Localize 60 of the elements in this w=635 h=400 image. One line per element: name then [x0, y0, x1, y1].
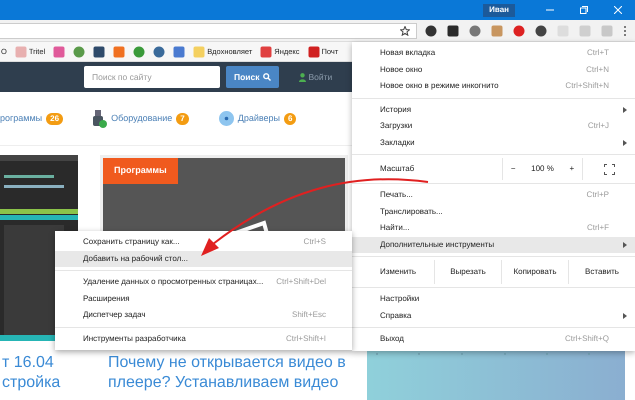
submenu-arrow-icon	[623, 242, 627, 248]
login-link[interactable]: Войти	[298, 70, 332, 84]
nav-link[interactable]: Оборудование	[111, 112, 172, 126]
address-field[interactable]	[0, 22, 417, 38]
bookmark-icon[interactable]	[93, 46, 106, 58]
fullscreen-icon[interactable]	[604, 164, 614, 174]
menu-item[interactable]: История	[352, 102, 635, 118]
menu-item[interactable]: Добавить на рабочий стол...	[55, 250, 352, 267]
menu-item[interactable]: Новая вкладка Ctrl+T	[352, 45, 635, 62]
bookmark-icon[interactable]	[260, 46, 272, 58]
menu-item[interactable]: Инструменты разработчика Ctrl+Shift+I	[55, 330, 352, 347]
zoom-value: 100 %	[531, 163, 554, 175]
menu-icon[interactable]	[623, 24, 627, 36]
menu-item[interactable]: Закладки	[352, 134, 635, 151]
menu-item[interactable]: Новое окно Ctrl+N	[352, 62, 635, 78]
count-badge: 7	[176, 112, 189, 124]
user-icon	[298, 72, 306, 82]
menu-item[interactable]: Транслировать...	[352, 204, 635, 220]
edit-button[interactable]: Вырезать	[434, 260, 501, 284]
menu-item[interactable]: Загрузки Ctrl+J	[352, 118, 635, 134]
menu-item[interactable]: Удаление данных о просмотренных страницах... Ctrl+Shift+Del	[55, 274, 352, 290]
extension-icon[interactable]	[425, 24, 437, 36]
nav-link[interactable]: Драйверы	[238, 112, 280, 126]
bookmark-icon[interactable]	[153, 46, 166, 58]
extension-icon[interactable]	[447, 24, 459, 36]
submenu-arrow-icon	[623, 140, 627, 146]
menu-item[interactable]: Дополнительные инструменты	[352, 236, 635, 253]
profile-name[interactable]: Иван	[483, 4, 515, 16]
zoom-out-button[interactable]: −	[510, 163, 516, 175]
menu-item[interactable]: Выход Ctrl+Shift+Q	[352, 331, 635, 348]
search-icon	[262, 73, 271, 81]
bookmark-icon[interactable]	[308, 46, 320, 58]
disc-icon	[218, 111, 234, 126]
bookmark-icon[interactable]	[173, 46, 186, 58]
close-icon[interactable]	[614, 6, 622, 14]
article-title[interactable]: т 16.04 стройка	[0, 353, 78, 393]
menu-item[interactable]: Новое окно в режиме инкогнито Ctrl+Shift+N	[352, 78, 635, 94]
count-badge: 26	[46, 112, 64, 124]
star-icon	[400, 26, 410, 36]
menu-item[interactable]: Справка	[352, 308, 635, 324]
menu-item[interactable]: Диспетчер задач Shift+Esc	[55, 307, 352, 324]
menu-item[interactable]: Расширения	[55, 290, 352, 307]
edit-button[interactable]: Вставить	[568, 260, 635, 284]
restore-icon[interactable]	[580, 6, 588, 14]
search-button[interactable]: Поиск	[226, 66, 279, 88]
menu-item[interactable]: Сохранить страницу как... Ctrl+S	[55, 234, 352, 250]
menu-item[interactable]: Настройки	[352, 291, 635, 308]
extension-icon[interactable]	[535, 24, 547, 36]
zoom-in-button[interactable]: +	[570, 163, 574, 175]
menu-item[interactable]: Масштаб	[352, 163, 502, 175]
usb-plug-icon	[93, 110, 108, 128]
menu-item[interactable]: Печать... Ctrl+P	[352, 187, 635, 204]
edit-button[interactable]: Копировать	[501, 260, 568, 284]
search-field[interactable]: Поиск по сайту	[84, 66, 220, 88]
menu-item[interactable]: Найти... Ctrl+F	[352, 220, 635, 236]
nav-link[interactable]: рограммы	[0, 112, 42, 126]
submenu-arrow-icon	[623, 106, 627, 113]
article-title[interactable]: Почему не открывается видео в плеере? Устанавливаем видео	[108, 353, 358, 393]
submenu-arrow-icon	[623, 312, 627, 319]
count-badge: 6	[284, 112, 296, 124]
